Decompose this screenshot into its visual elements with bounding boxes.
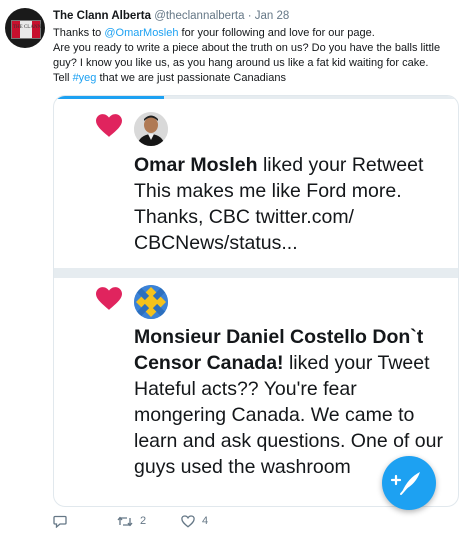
avatar-logo-text: THE CLANN (13, 25, 42, 30)
compose-feather-icon (390, 472, 420, 495)
tweet-text: Thanks to @OmarMosleh for your following… (53, 26, 458, 86)
header-separator: · (247, 10, 252, 22)
notification-content: This makes me like Ford more. Thanks, CB… (134, 180, 402, 254)
notification-action: liked your Tweet (283, 352, 430, 374)
cross-flag-avatar-icon (134, 285, 168, 319)
avatar[interactable] (134, 112, 168, 146)
tweet-text-part: Thanks to (53, 27, 105, 39)
reply-button[interactable] (53, 510, 74, 532)
notification-user[interactable]: Omar Mosleh (134, 154, 258, 176)
avatar[interactable] (134, 285, 168, 319)
retweet-button[interactable]: 2 (117, 510, 146, 532)
tweet-text-part: for your following and love for our page… (178, 27, 375, 39)
retweet-count: 2 (140, 515, 147, 527)
notification-action: liked your Retweet (257, 154, 424, 176)
hashtag-link[interactable]: #yeg (73, 72, 97, 84)
person-avatar-icon (134, 112, 168, 146)
tweet-header: The Clann Alberta @theclannalberta · Jan… (53, 10, 289, 22)
notification-text: Omar Mosleh liked your Retweet This make… (134, 152, 454, 256)
heart-icon (96, 287, 122, 310)
heart-icon (96, 114, 122, 137)
author-handle[interactable]: @theclannalberta (154, 10, 244, 22)
tweet-actions: 2 4 (53, 510, 453, 532)
like-count: 4 (202, 515, 209, 527)
avatar[interactable]: THE CLANN (5, 8, 45, 48)
tweet-date[interactable]: Jan 28 (255, 10, 290, 22)
mention-link[interactable]: @OmarMosleh (104, 27, 178, 39)
compose-button[interactable] (382, 456, 436, 510)
like-button[interactable]: 4 (181, 510, 208, 532)
heart-outline-icon (181, 514, 195, 528)
attached-screenshot[interactable]: Omar Mosleh liked your Retweet This make… (53, 95, 459, 507)
tweet-text-line: Are you ready to write a piece about the… (53, 42, 441, 69)
author-name[interactable]: The Clann Alberta (53, 10, 151, 22)
tweet[interactable]: THE CLANN The Clann Alberta @theclannalb… (0, 0, 463, 536)
tweet-text-part: that we are just passionate Canadians (96, 72, 286, 84)
retweet-icon (117, 516, 133, 526)
tweet-text-part: Tell (53, 72, 73, 84)
reply-icon (53, 515, 67, 528)
divider (54, 268, 458, 278)
media-progress-bar (54, 96, 164, 99)
